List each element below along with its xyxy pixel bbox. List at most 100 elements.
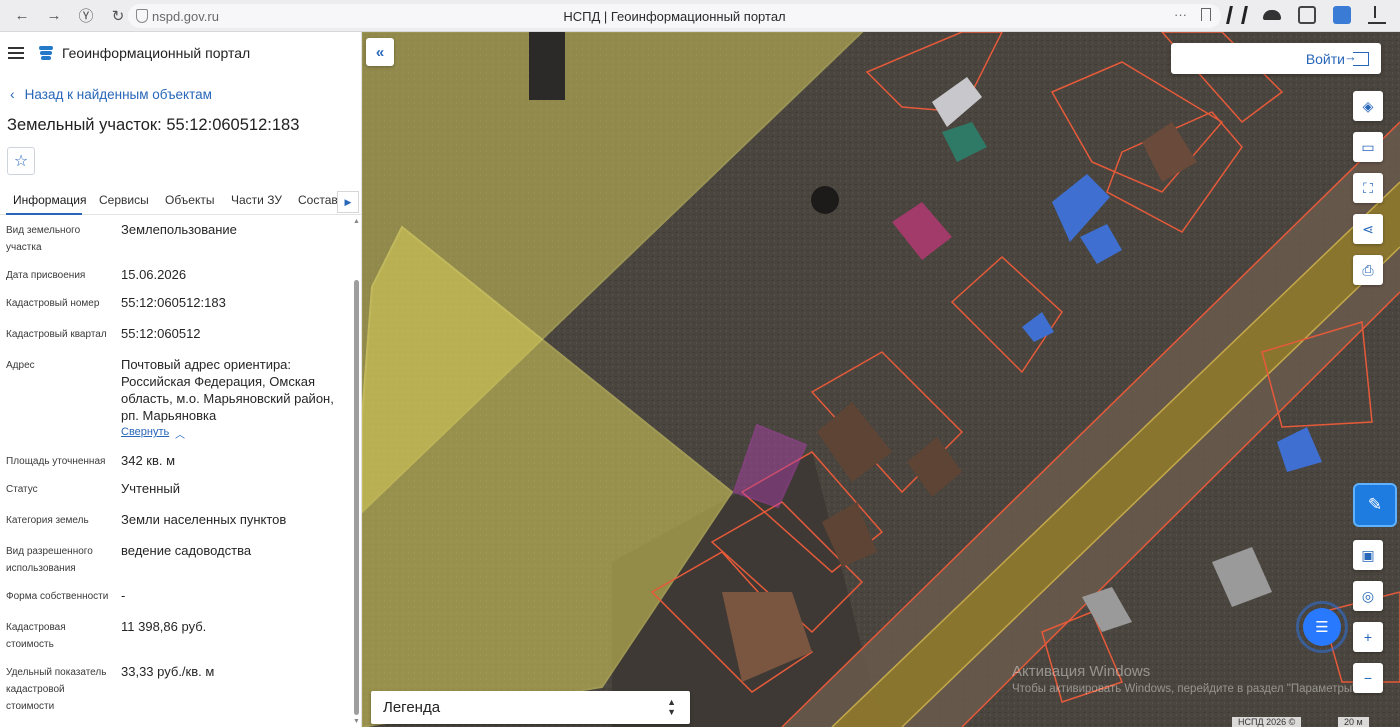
app-title: Геоинформационный портал: [62, 45, 251, 61]
app-header: Геоинформационный портал: [0, 32, 361, 74]
select-area-icon: ⛶: [1363, 179, 1373, 196]
chat-button[interactable]: ☰: [1296, 601, 1348, 653]
pond: [811, 186, 839, 214]
downloads-icon[interactable]: [1368, 6, 1386, 24]
satellite-map[interactable]: [362, 32, 1400, 727]
browser-toolbar: ← → Ⓨ ↻ nspd.gov.ru НСПД | Геоинформацио…: [0, 0, 1400, 32]
print-button[interactable]: ⎙: [1353, 255, 1383, 285]
portal-logo-icon: [39, 45, 53, 61]
bookmark-icon[interactable]: [1201, 8, 1211, 21]
info-label: Площадь уточненная: [6, 456, 106, 467]
url-text: nspd.gov.ru: [152, 8, 219, 24]
print-icon: ⎙: [1362, 261, 1374, 278]
active-tab-indicator: [6, 213, 82, 215]
select-area-button[interactable]: ⛶: [1353, 173, 1383, 203]
extension-puzzle-icon[interactable]: [1298, 6, 1316, 24]
info-tabs: Информация Сервисы Объекты Части ЗУ Сост…: [0, 187, 362, 215]
chevron-updown-icon: ▲ ▼: [667, 697, 676, 717]
reload-icon[interactable]: ↻: [108, 6, 128, 26]
info-value: ведение садоводства: [121, 543, 252, 558]
watermark-title: Активация Windows: [1012, 663, 1151, 680]
login-button[interactable]: Войти: [1171, 43, 1381, 74]
share-button[interactable]: ⋖: [1353, 214, 1383, 244]
more-dots-icon[interactable]: ···: [1174, 7, 1187, 22]
shield-icon: [136, 9, 148, 23]
back-to-results-link[interactable]: ‹ Назад к найденным объектам: [10, 86, 212, 102]
info-label: Вид земельного участка: [6, 225, 81, 253]
info-label: Адрес: [6, 360, 35, 371]
ruler-icon: ▭: [1361, 138, 1375, 155]
locate-button[interactable]: ◎: [1353, 581, 1383, 611]
collapse-sidebar-button[interactable]: «: [366, 38, 394, 66]
layers-button[interactable]: ◈: [1353, 91, 1383, 121]
info-value: Земли населенных пунктов: [121, 512, 287, 527]
scroll-down-arrow-icon[interactable]: ▼: [353, 718, 360, 725]
legend-label: Легенда: [383, 699, 441, 716]
info-label: Кадастровый номер: [6, 298, 100, 309]
layers-icon: ◈: [1362, 97, 1374, 114]
info-value: 33,33 руб./кв. м: [121, 664, 215, 679]
address-bar[interactable]: nspd.gov.ru НСПД | Геоинформационный пор…: [128, 4, 1221, 28]
info-label: Удельный показатель кадастровой стоимост…: [6, 667, 107, 712]
star-icon: ☆: [13, 153, 29, 170]
dark-structure: [529, 32, 565, 100]
collapse-address-link[interactable]: Свернуть: [121, 426, 169, 438]
login-icon: [1344, 49, 1369, 66]
back-link-label: Назад к найденным объектам: [24, 86, 212, 102]
info-label: Статус: [6, 484, 38, 495]
map-view[interactable]: « Войти ◈ ▭ ⛶ ⋖ ⎙ ✎ ▣ ◎ + − ☰ Легенда ▲▼…: [362, 32, 1400, 727]
extension-k-icon[interactable]: [1226, 6, 1248, 24]
tab-information[interactable]: Информация: [13, 193, 86, 207]
locate-icon: ◎: [1361, 587, 1375, 604]
extension-hat-icon[interactable]: [1263, 10, 1281, 20]
menu-icon[interactable]: [8, 47, 24, 59]
forward-arrow-icon[interactable]: →: [44, 6, 64, 26]
sidebar: Геоинформационный портал ‹ Назад к найде…: [0, 32, 362, 727]
extension-shield-icon[interactable]: [1333, 6, 1351, 24]
minus-icon: −: [1363, 670, 1373, 686]
info-label: Дата присвоения: [6, 270, 86, 281]
info-value: 11 398,86 руб.: [121, 619, 207, 634]
assistant-button[interactable]: ✎: [1353, 483, 1397, 527]
chevron-left-icon: ‹: [10, 86, 15, 102]
chat-bubble-icon: ☰: [1303, 608, 1341, 646]
favorite-button[interactable]: ☆: [7, 147, 35, 175]
legend-dropdown[interactable]: Легенда ▲ ▼: [371, 691, 690, 724]
chevron-up-icon[interactable]: ︿: [175, 426, 185, 441]
info-label: Кадастровая стоимость: [6, 622, 66, 650]
share-icon: ⋖: [1362, 220, 1374, 237]
info-value: 55:12:060512: [121, 326, 201, 341]
info-label: Категория земель: [6, 515, 89, 526]
info-value: 55:12:060512:183: [121, 295, 226, 310]
tab-objects[interactable]: Объекты: [165, 193, 215, 207]
yandex-icon[interactable]: Ⓨ: [76, 6, 96, 26]
page-title: Земельный участок: 55:12:060512:183: [7, 116, 300, 134]
tabs-next-button[interactable]: ▶: [337, 191, 359, 213]
windows-activation-watermark: Активация Windows Чтобы активировать Win…: [1012, 663, 1359, 695]
ruler-button[interactable]: ▭: [1353, 132, 1383, 162]
info-value: Землепользование: [121, 222, 237, 237]
info-label: Форма собственности: [6, 591, 109, 602]
attribution: НСПД 2026 ©: [1232, 717, 1302, 727]
info-value: -: [121, 588, 126, 603]
login-label: Войти: [1305, 50, 1345, 67]
back-arrow-icon[interactable]: ←: [12, 6, 32, 26]
tab-services[interactable]: Сервисы: [99, 193, 149, 207]
plus-icon: +: [1363, 629, 1373, 645]
tab-parts[interactable]: Части ЗУ: [231, 193, 282, 207]
info-value: Почтовый адрес ориентира: Российская Фед…: [121, 357, 334, 423]
scrollbar-thumb[interactable]: [354, 280, 359, 715]
map-scale: 20 м: [1338, 717, 1369, 727]
info-value: 15.06.2026: [121, 267, 187, 282]
info-value: Учтенный: [121, 481, 181, 496]
minimap-button[interactable]: ▣: [1353, 540, 1383, 570]
zoom-in-button[interactable]: +: [1353, 622, 1383, 652]
page-tab-title: НСПД | Геоинформационный портал: [563, 8, 786, 24]
scroll-up-arrow-icon[interactable]: ▲: [353, 218, 360, 225]
browser-extensions: [1226, 6, 1386, 24]
info-label: Кадастровый квартал: [6, 329, 107, 340]
tab-composition[interactable]: Состав: [298, 193, 338, 207]
watermark-text: Чтобы активировать Windows, перейдите в …: [1012, 683, 1360, 695]
assistant-icon: ✎: [1367, 495, 1383, 514]
minimap-icon: ▣: [1361, 546, 1375, 563]
